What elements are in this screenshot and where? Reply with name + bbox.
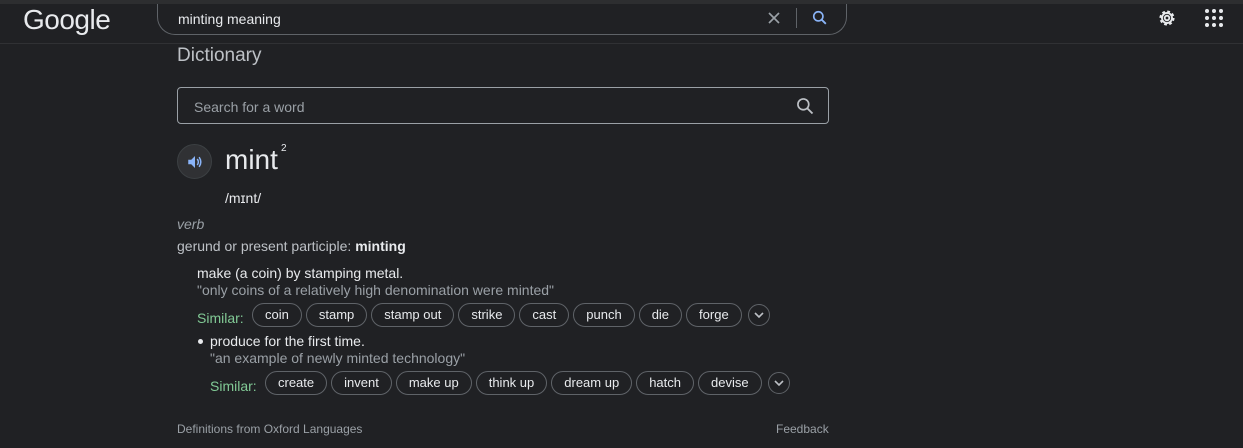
search-divider <box>796 8 797 28</box>
similar-chips-2: create invent make up think up dream up … <box>265 371 790 395</box>
close-icon[interactable] <box>764 8 784 28</box>
google-logo[interactable]: Google <box>23 4 111 36</box>
similar-chip[interactable]: strike <box>458 303 516 327</box>
example-1: "only coins of a relatively high denomin… <box>197 282 555 298</box>
search-box[interactable]: minting meaning <box>157 4 847 35</box>
expand-similar-button[interactable] <box>747 304 770 326</box>
dictionary-title: Dictionary <box>177 45 262 66</box>
example-2: "an example of newly minted technology" <box>210 350 466 366</box>
similar-chip[interactable]: stamp out <box>371 303 455 327</box>
similar-chips-1: coin stamp stamp out strike cast punch d… <box>252 303 770 327</box>
definition-1: make (a coin) by stamping metal. <box>197 265 404 281</box>
similar-chip[interactable]: cast <box>519 303 570 327</box>
expand-similar-button[interactable] <box>767 372 790 394</box>
speaker-icon <box>188 156 202 168</box>
top-bar: Google minting meaning <box>0 0 1243 44</box>
apps-grid-icon[interactable] <box>1204 8 1224 28</box>
gerund-label: gerund or present participle: <box>177 238 352 254</box>
bullet <box>198 339 203 344</box>
similar-chip[interactable]: make up <box>395 371 472 395</box>
similar-chip[interactable]: dream up <box>551 371 633 395</box>
feedback-link[interactable]: Feedback <box>776 422 829 436</box>
similar-chip[interactable]: forge <box>686 303 742 327</box>
source-attribution[interactable]: Definitions from Oxford Languages <box>177 422 362 436</box>
search-icon[interactable] <box>810 8 830 28</box>
similar-chip[interactable]: punch <box>573 303 635 327</box>
chevron-down-icon <box>754 312 764 319</box>
definition-2: produce for the first time. <box>210 333 365 349</box>
gear-icon[interactable] <box>1156 7 1178 29</box>
search-query[interactable]: minting meaning <box>178 11 281 27</box>
gerund-line: gerund or present participle: minting <box>177 238 406 254</box>
similar-chip[interactable]: devise <box>698 371 762 395</box>
part-of-speech: verb <box>177 216 205 232</box>
similar-chip[interactable]: hatch <box>636 371 694 395</box>
phonetic: /mɪnt/ <box>225 190 262 206</box>
pronunciation-button[interactable] <box>177 144 212 179</box>
word-search-input[interactable] <box>192 96 776 118</box>
similar-chip[interactable]: create <box>265 371 328 395</box>
similar-chip[interactable]: coin <box>252 303 302 327</box>
similar-chip[interactable]: invent <box>331 371 392 395</box>
similar-chip[interactable]: think up <box>475 371 548 395</box>
word-search-field[interactable] <box>177 87 829 124</box>
search-icon[interactable] <box>795 96 815 116</box>
similar-label-1: Similar: <box>197 310 244 326</box>
homograph-number: 2 <box>281 143 287 154</box>
gerund-value: minting <box>355 238 406 254</box>
headword: mint <box>225 144 278 175</box>
similar-chip[interactable]: stamp <box>305 303 368 327</box>
similar-label-2: Similar: <box>210 378 257 394</box>
similar-chip[interactable]: die <box>638 303 683 327</box>
chevron-down-icon <box>774 380 784 387</box>
